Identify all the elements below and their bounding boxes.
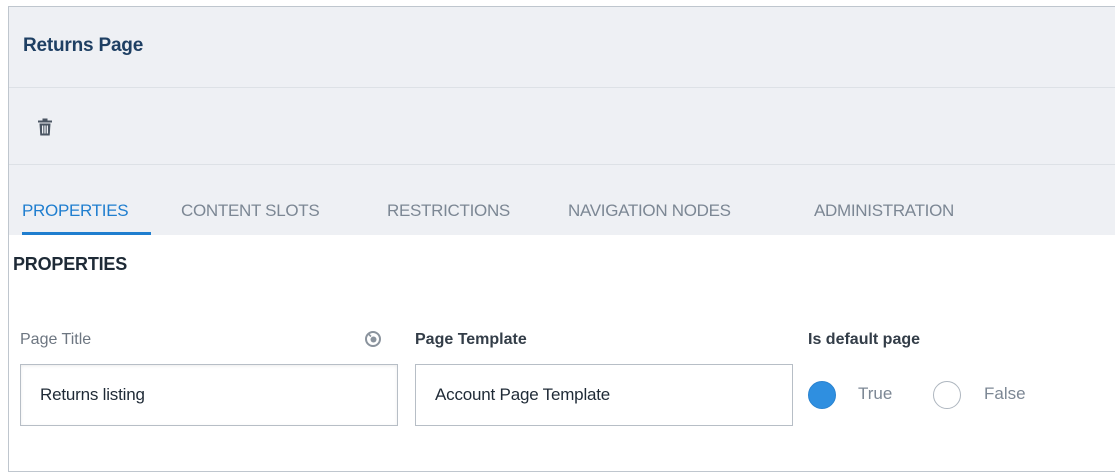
tab-restrictions[interactable]: RESTRICTIONS [387, 201, 510, 221]
radio-false[interactable] [933, 381, 961, 409]
page-title: Returns Page [23, 35, 144, 56]
tab-administration[interactable]: ADMINISTRATION [814, 201, 954, 221]
editor-header: Returns Page PROPERTIES CONTENT SLOTS RE… [9, 7, 1115, 235]
action-bar [9, 88, 1115, 165]
tab-content-slots[interactable]: CONTENT SLOTS [181, 201, 320, 221]
tab-bar: PROPERTIES CONTENT SLOTS RESTRICTIONS NA… [9, 165, 1115, 235]
page-title-input[interactable] [20, 364, 398, 426]
tab-navigation-nodes[interactable]: NAVIGATION NODES [568, 201, 731, 221]
title-bar: Returns Page [9, 7, 1115, 88]
radio-false-label[interactable]: False [984, 384, 1026, 404]
trash-icon[interactable] [37, 118, 53, 136]
tab-properties[interactable]: PROPERTIES [22, 201, 129, 221]
radio-true-label[interactable]: True [858, 384, 892, 404]
active-tab-indicator [22, 232, 151, 235]
page-title-label: Page Title [20, 331, 92, 348]
radio-true[interactable] [808, 381, 836, 409]
language-icon[interactable] [365, 331, 381, 347]
section-title: PROPERTIES [13, 254, 128, 274]
is-default-page-label: Is default page [808, 331, 921, 348]
page-template-input[interactable] [415, 364, 793, 426]
page-template-label: Page Template [415, 331, 527, 348]
